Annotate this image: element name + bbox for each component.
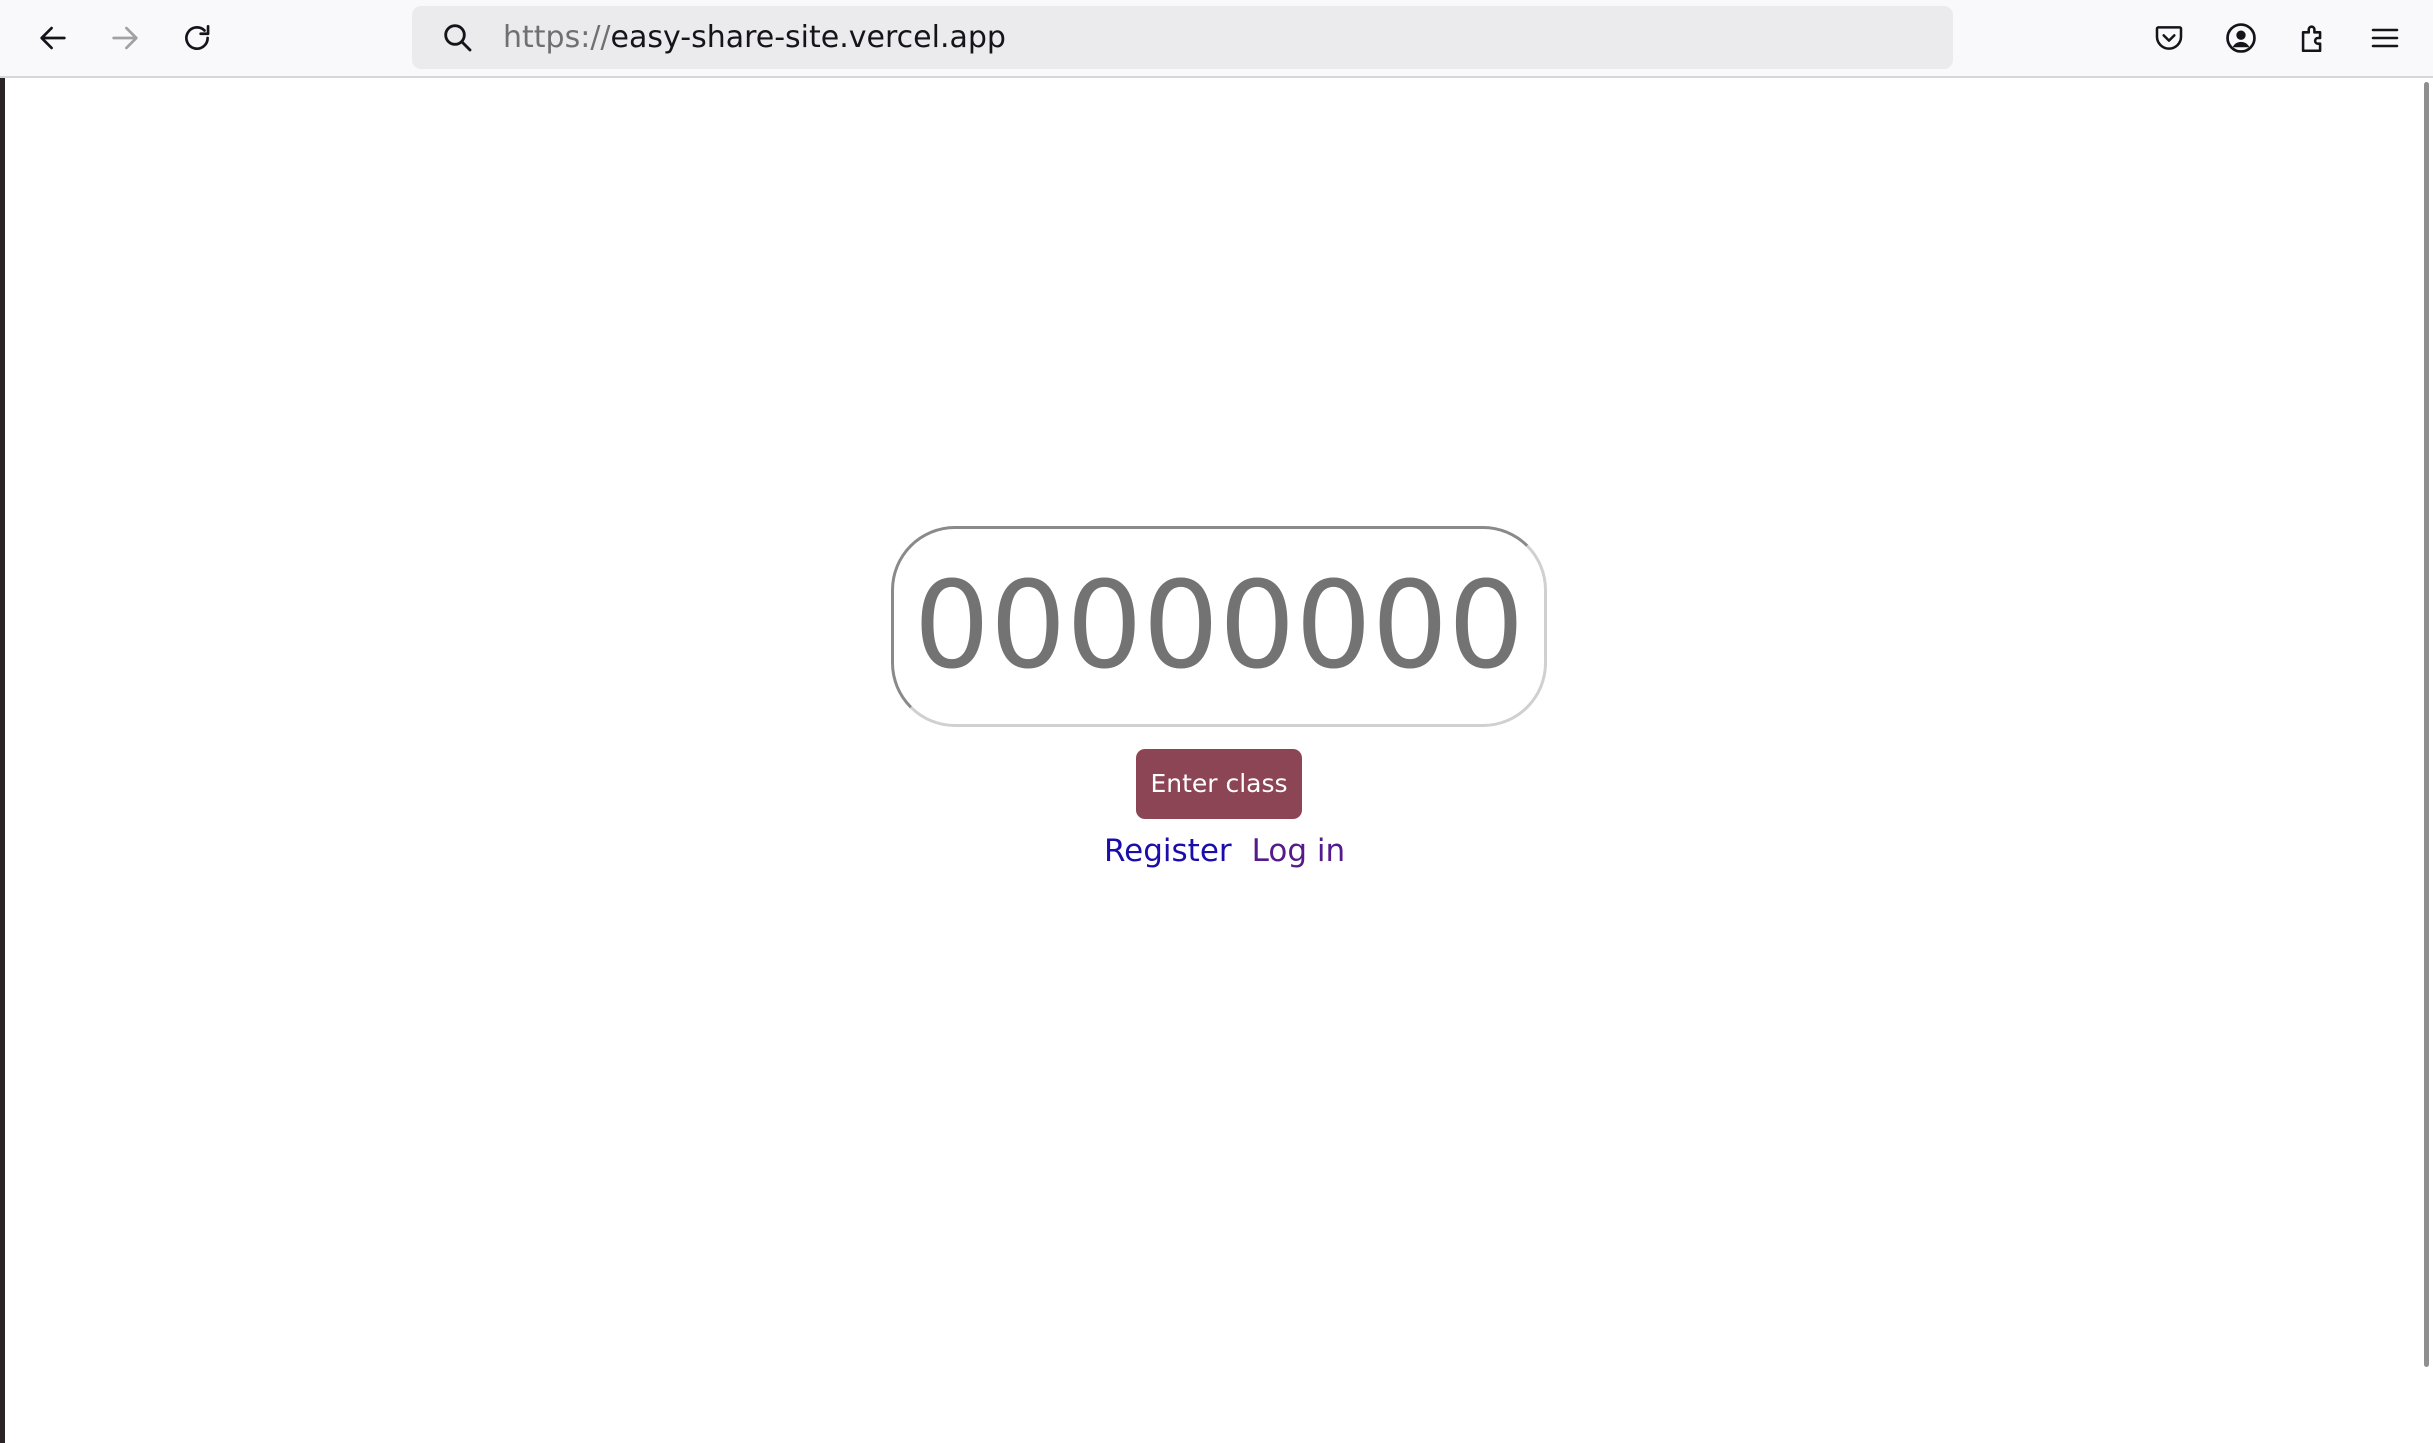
reload-button[interactable]	[168, 9, 226, 67]
scrollbar-thumb[interactable]	[2424, 82, 2429, 1367]
search-icon	[444, 24, 472, 52]
pocket-icon	[2155, 26, 2183, 50]
forward-button[interactable]	[96, 9, 154, 67]
extensions-button[interactable]	[2284, 9, 2342, 67]
url-text[interactable]: https://easy-share-site.vercel.app	[503, 6, 1006, 69]
hamburger-menu-icon	[2371, 28, 2399, 48]
account-icon	[2226, 23, 2256, 53]
pocket-button[interactable]	[2140, 9, 2198, 67]
account-button[interactable]	[2212, 9, 2270, 67]
url-bar[interactable]: https://easy-share-site.vercel.app	[412, 6, 1953, 69]
arrow-right-icon	[112, 26, 138, 50]
reload-icon	[185, 25, 210, 50]
auth-links: Register Log in	[1104, 828, 1345, 874]
menu-button[interactable]	[2356, 9, 2414, 67]
puzzle-icon	[2301, 25, 2322, 53]
url-host: easy-share-site.vercel.app	[610, 20, 1006, 55]
login-link[interactable]: Log in	[1252, 833, 1345, 869]
back-button[interactable]	[24, 9, 82, 67]
arrow-left-icon	[40, 26, 66, 50]
enter-class-button[interactable]: Enter class	[1136, 749, 1302, 819]
url-scheme: https://	[503, 20, 611, 55]
class-code-input[interactable]	[891, 526, 1547, 727]
register-link[interactable]: Register	[1104, 833, 1232, 869]
browser-toolbar: https://easy-share-site.vercel.app	[0, 0, 2433, 78]
